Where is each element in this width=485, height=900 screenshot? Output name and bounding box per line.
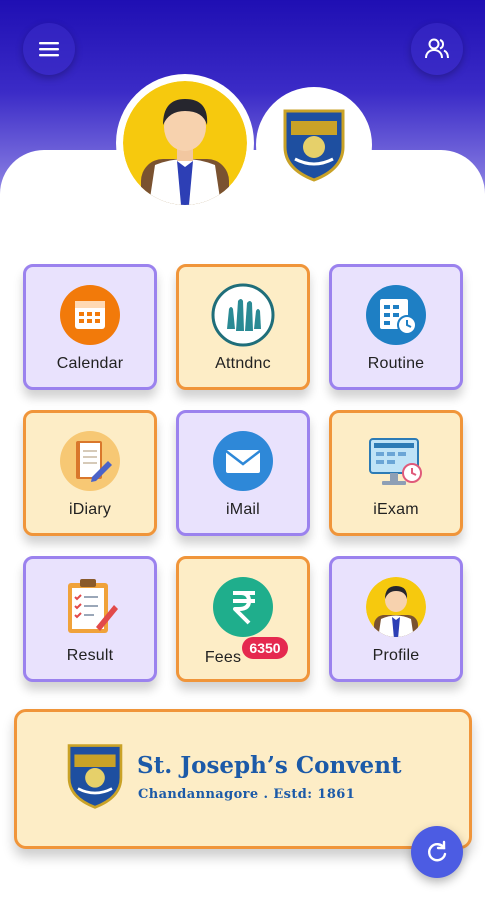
users-icon xyxy=(425,38,449,59)
tile-calendar[interactable]: Calendar xyxy=(23,264,157,390)
tile-label: iDiary xyxy=(68,501,112,518)
routine-schedule-icon xyxy=(366,285,426,345)
menu-button[interactable] xyxy=(23,23,75,75)
tile-label: iMail xyxy=(226,501,260,518)
fees-due-badge: 6350 xyxy=(242,637,288,659)
tile-fees[interactable]: Fees 6350 xyxy=(176,556,310,682)
tile-iexam[interactable]: iExam xyxy=(329,410,463,536)
tile-label: Result xyxy=(66,647,114,664)
tile-label: Profile xyxy=(372,647,420,664)
student-avatar-icon xyxy=(123,81,247,205)
diary-icon xyxy=(60,431,120,491)
student-avatar[interactable] xyxy=(116,74,254,212)
tile-imail[interactable]: iMail xyxy=(176,410,310,536)
tile-label: Attndnc xyxy=(215,355,271,372)
clipboard-result-icon xyxy=(68,579,118,633)
tile-label: iExam xyxy=(373,501,419,518)
hamburger-menu-icon xyxy=(39,42,59,57)
tile-result[interactable]: Result xyxy=(23,556,157,682)
tile-profile[interactable]: Profile xyxy=(329,556,463,682)
rupee-icon xyxy=(213,577,273,637)
school-logo xyxy=(256,87,372,203)
tile-label: Calendar xyxy=(56,355,124,372)
raised-hands-icon xyxy=(211,283,275,347)
refresh-button[interactable] xyxy=(411,826,463,878)
school-banner: St. Joseph’s Convent Chandannagore . Est… xyxy=(14,709,472,849)
student-profile-icon xyxy=(366,577,426,637)
refresh-icon xyxy=(428,840,447,862)
calendar-icon xyxy=(60,285,120,345)
exam-computer-icon xyxy=(369,438,422,485)
tile-attendance[interactable]: Attndnc xyxy=(176,264,310,390)
school-crest-icon xyxy=(67,744,123,809)
school-name: St. Joseph’s Convent xyxy=(137,752,402,779)
school-subtitle: Chandannagore . Estd: 1861 xyxy=(138,787,356,802)
tile-label: Routine xyxy=(367,355,425,372)
tile-idiary[interactable]: iDiary xyxy=(23,410,157,536)
tile-routine[interactable]: Routine xyxy=(329,264,463,390)
tile-label: Fees xyxy=(204,649,242,666)
school-crest-icon xyxy=(283,109,345,182)
mail-icon xyxy=(213,431,273,491)
switch-user-button[interactable] xyxy=(411,23,463,75)
